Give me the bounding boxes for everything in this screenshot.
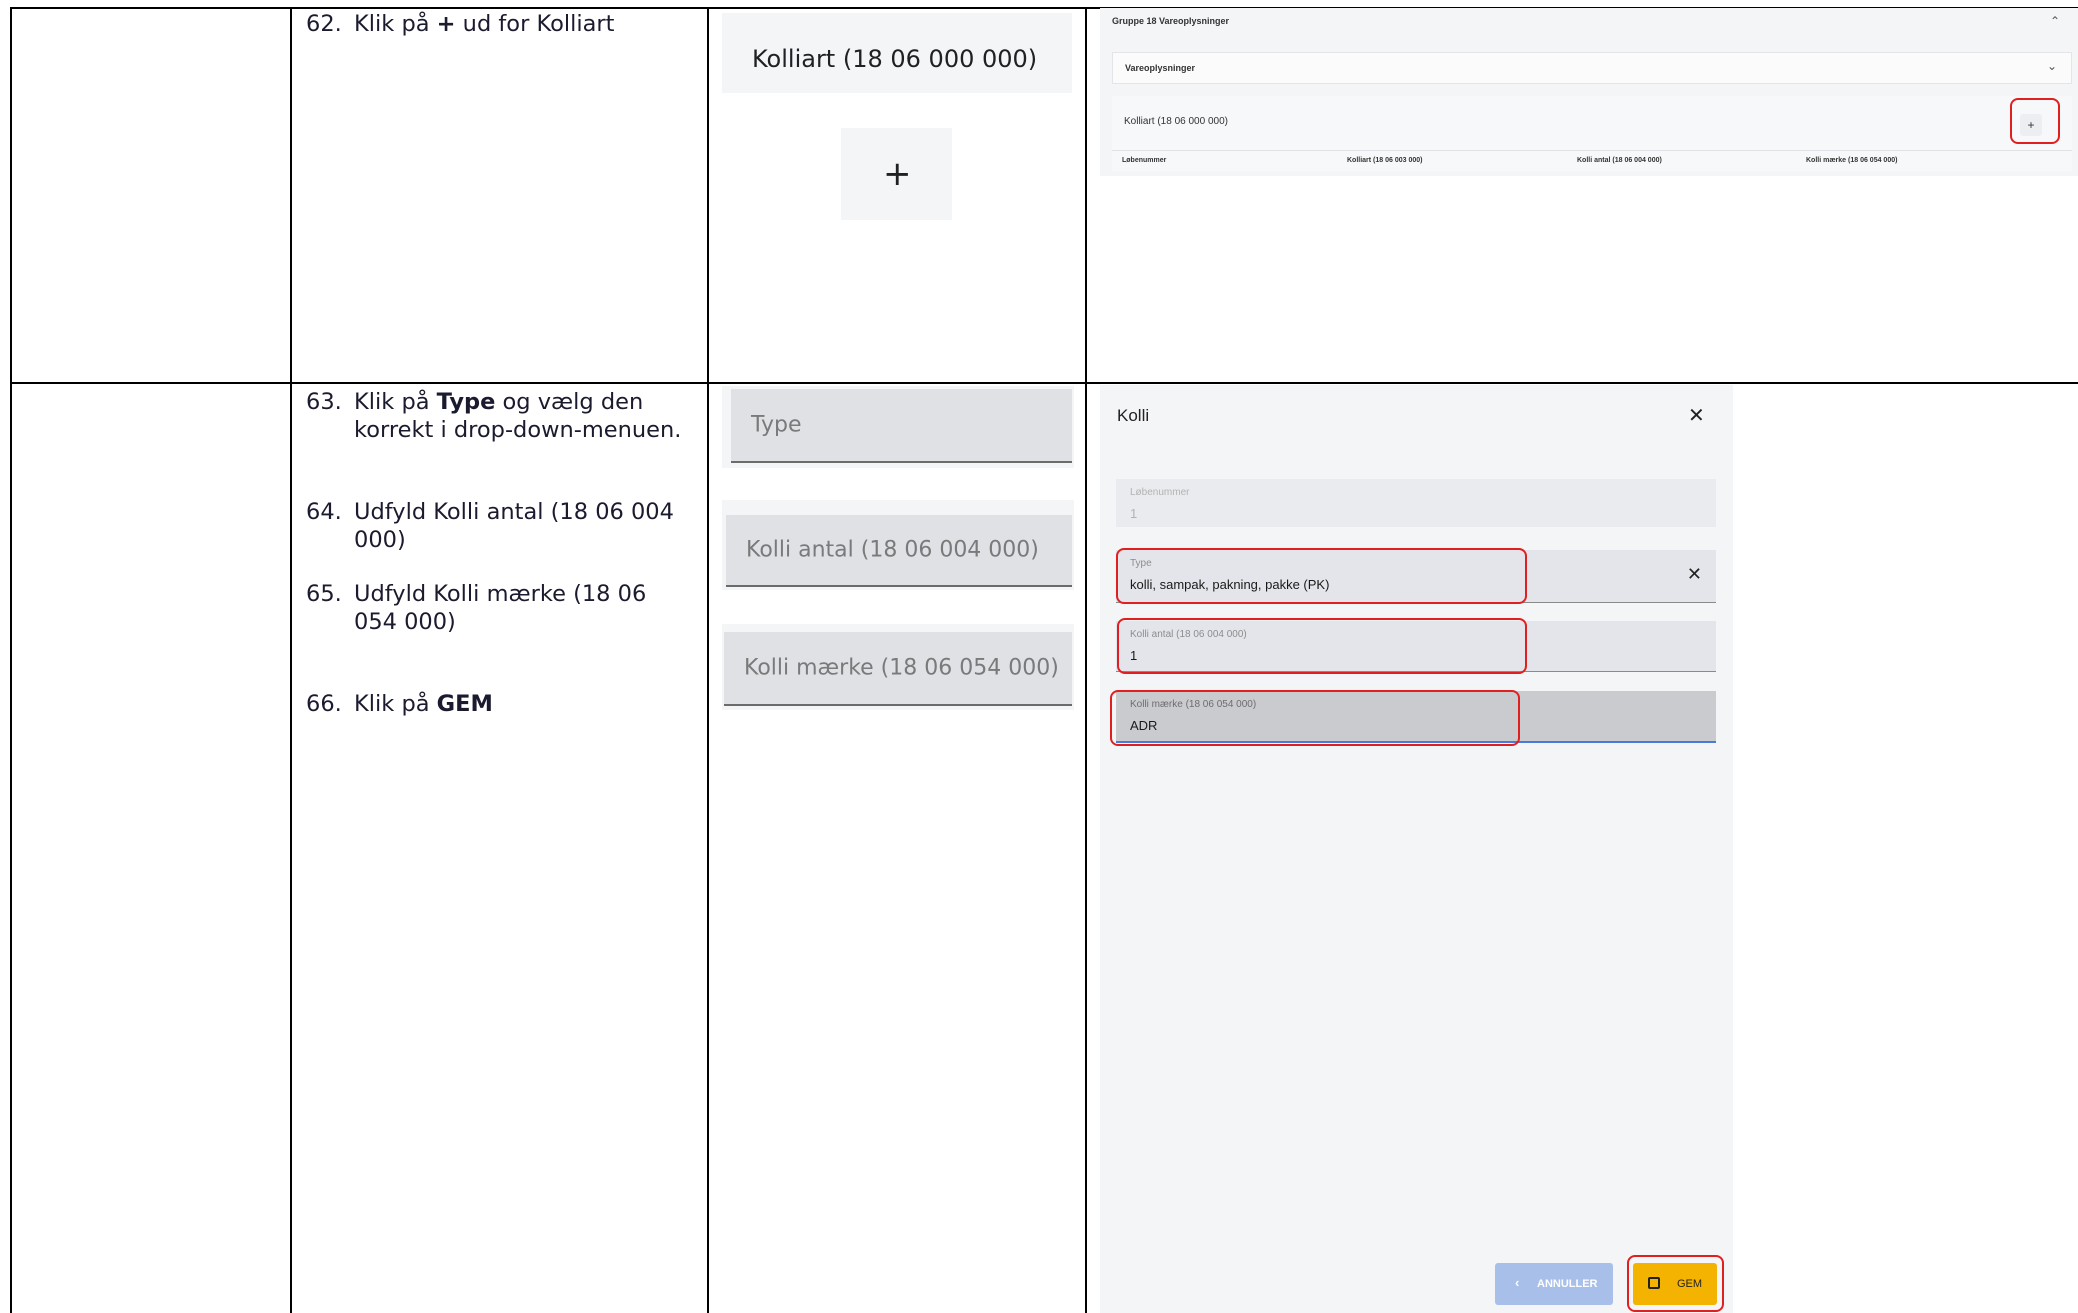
loebenummer-value: 1	[1130, 506, 1138, 521]
step-number: 64.	[306, 499, 342, 525]
screenshot-vareoplysninger: Gruppe 18 Vareoplysninger ⌃ Vareoplysnin…	[1100, 8, 2078, 176]
step-text: Udfyld Kolli mærke (18 06 054 000)	[354, 581, 647, 635]
group-title: Gruppe 18 Vareoplysninger	[1112, 16, 1230, 26]
column-header: Løbenummer	[1122, 157, 1167, 164]
zoom-type-field: Type	[731, 389, 1072, 463]
kolli-dialog: Kolli ✕ Løbenummer 1 Type kolli, sampak,…	[1100, 385, 1733, 1313]
kolliart-table-header: Løbenummer Kolliart (18 06 003 000) Koll…	[1112, 150, 2072, 171]
table-row-divider	[10, 382, 2078, 384]
collapse-chevron-icon: ⌃	[2050, 14, 2061, 28]
column-header: Kolliart (18 06 003 000)	[1347, 157, 1423, 164]
highlight-save	[1627, 1255, 1724, 1312]
table-col-border-4	[1085, 7, 1087, 1313]
highlight-type	[1116, 548, 1527, 604]
zoom-kolli-maerke-placeholder: Kolli mærke (18 06 054 000)	[744, 655, 1059, 681]
plus-icon: +	[883, 154, 912, 194]
clear-icon[interactable]: ✕	[1687, 564, 1702, 585]
kolliart-row-label: Kolliart (18 06 000 000)	[1124, 116, 1228, 127]
column-header: Kolli antal (18 06 004 000)	[1577, 157, 1662, 164]
highlight-kolli-antal	[1117, 618, 1527, 674]
zoom-kolliart-label-box: Kolliart (18 06 000 000)	[722, 13, 1072, 93]
kolliart-row: Kolliart (18 06 000 000) +	[1112, 96, 2072, 150]
zoom-plus-button: +	[841, 128, 952, 220]
step-number: 65.	[306, 581, 342, 607]
highlight-kolli-maerke	[1110, 690, 1520, 746]
section-vareoplysninger[interactable]: Vareoplysninger ⌄	[1112, 52, 2072, 84]
step-number: 62.	[306, 11, 342, 37]
chevron-left-icon: ‹	[1515, 1275, 1520, 1290]
step-number: 66.	[306, 691, 342, 717]
table-col-border-3	[707, 7, 709, 1313]
step-number: 63.	[306, 389, 342, 415]
step-text: Klik på Type og vælg den korrekt i drop-…	[354, 389, 682, 443]
zoom-kolli-antal-field: Kolli antal (18 06 004 000)	[726, 515, 1072, 587]
section-title: Vareoplysninger	[1125, 63, 1196, 73]
zoom-kolli-maerke-field: Kolli mærke (18 06 054 000)	[724, 632, 1072, 706]
loebenummer-field: Løbenummer 1	[1116, 479, 1716, 527]
close-icon[interactable]: ✕	[1688, 403, 1705, 428]
chevron-down-icon: ⌄	[2046, 59, 2057, 73]
step-text: Udfyld Kolli antal (18 06 004 000)	[354, 499, 674, 553]
table-col-border-1	[10, 7, 12, 1313]
loebenummer-label: Løbenummer	[1130, 487, 1190, 498]
cancel-button[interactable]: ‹ ANNULLER	[1495, 1263, 1613, 1305]
cancel-label: ANNULLER	[1537, 1278, 1598, 1290]
zoom-kolliart-label: Kolliart (18 06 000 000)	[752, 45, 1038, 73]
zoom-kolli-antal-placeholder: Kolli antal (18 06 004 000)	[746, 537, 1039, 563]
column-header: Kolli mærke (18 06 054 000)	[1806, 157, 1898, 164]
table-col-border-2	[290, 7, 292, 1313]
zoom-type-placeholder: Type	[751, 412, 802, 438]
dialog-title: Kolli	[1117, 406, 1150, 425]
highlight-add-button	[2010, 98, 2060, 144]
